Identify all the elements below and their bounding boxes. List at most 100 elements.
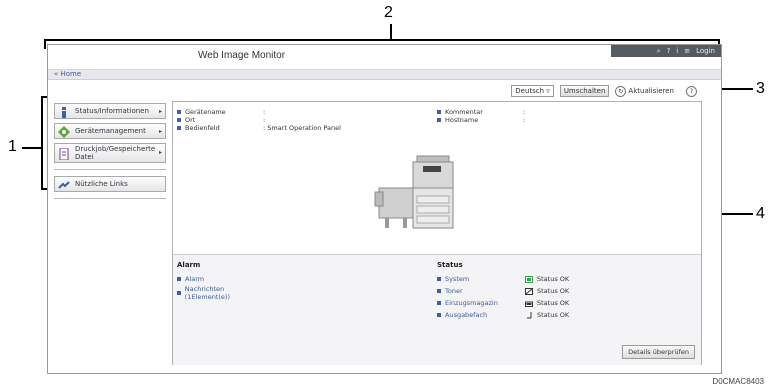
device-label: Hostname xyxy=(445,116,479,124)
search-icon[interactable]: ⌕ xyxy=(657,47,661,56)
language-select[interactable]: Deutsch ▿ xyxy=(511,85,554,97)
bullet-icon xyxy=(437,301,441,305)
system-ok-icon xyxy=(525,275,533,283)
device-value: : xyxy=(263,108,266,116)
output-tray-icon xyxy=(527,311,532,318)
bullet-icon xyxy=(177,110,181,114)
device-row: Kommentar : xyxy=(437,108,525,116)
device-value: : xyxy=(523,116,526,124)
window-title: Web Image Monitor xyxy=(198,50,286,61)
sidebar-item-label: Gerätemanagement xyxy=(75,127,146,135)
login-link[interactable]: Login xyxy=(696,47,715,55)
device-value: : Smart Operation Panel xyxy=(263,124,341,132)
page-toolbar: Deutsch ▿ Umschalten ↻ Aktualisieren ? xyxy=(511,85,697,97)
status-title: Status xyxy=(437,261,463,269)
status-value: Status OK xyxy=(537,311,570,319)
callout-2: 2 xyxy=(384,4,393,21)
messages-link[interactable]: Nachrichten (1Element(e)) xyxy=(185,285,267,301)
sidebar-item-label: Nützliche Links xyxy=(75,180,128,188)
refresh-button[interactable]: ↻ Aktualisieren xyxy=(615,85,674,97)
status-label[interactable]: Toner xyxy=(445,287,525,295)
details-button[interactable]: Details überprüfen xyxy=(622,345,695,359)
status-value: Status OK xyxy=(537,287,570,295)
figure-code: D0CMAC8403 xyxy=(712,377,764,386)
document-icon xyxy=(59,148,69,160)
home-label: Home xyxy=(60,70,82,78)
callout-2-stem xyxy=(390,24,392,40)
callout-3: 3 xyxy=(756,80,765,97)
alarm-status-section: Alarm Alarm Nachrichten (1Element(e)) St… xyxy=(173,254,701,365)
sidebar-item-device-management[interactable]: Gerätemanagement ▸ xyxy=(54,123,166,139)
chevron-right-icon: ▸ xyxy=(158,149,162,156)
device-row: Ort : xyxy=(177,116,265,124)
status-label[interactable]: Ausgabefach xyxy=(445,311,525,319)
status-label[interactable]: System xyxy=(445,275,525,283)
status-row-system: System Status OK xyxy=(437,275,569,283)
breadcrumb: « Home xyxy=(48,70,721,80)
device-label: Ort xyxy=(185,116,196,124)
bullet-icon xyxy=(437,277,441,281)
device-value: : xyxy=(263,116,266,124)
bullet-icon xyxy=(437,110,441,114)
callout-1: 1 xyxy=(8,138,17,155)
language-value: Deutsch xyxy=(515,87,545,95)
device-label: Gerätename xyxy=(185,108,226,116)
sidebar-item-status[interactable]: Status/Informationen ▸ xyxy=(54,103,166,119)
status-row-toner: Toner Status OK xyxy=(437,287,569,295)
status-value: Status OK xyxy=(537,275,570,283)
sidebar: Status/Informationen ▸ Gerätemanagement … xyxy=(54,103,166,205)
bullet-icon xyxy=(437,289,441,293)
device-label: Bedienfeld xyxy=(185,124,220,132)
bullet-icon xyxy=(177,291,181,295)
bullet-icon xyxy=(177,277,181,281)
alarm-item[interactable]: Alarm xyxy=(177,275,204,283)
device-value: : xyxy=(523,108,526,116)
alarm-link[interactable]: Alarm xyxy=(185,275,204,283)
list-icon[interactable]: ≡ xyxy=(684,47,690,55)
tray-icon xyxy=(525,301,533,307)
bullet-icon xyxy=(177,118,181,122)
status-row-tray: Einzugsmagazin Status OK xyxy=(437,299,569,307)
sidebar-item-print-job[interactable]: Druckjob/Gespeicherte Datei ▸ xyxy=(54,143,166,163)
sidebar-item-label: Status/Informationen xyxy=(75,107,149,115)
diamond-gear-icon xyxy=(58,126,70,138)
link-arrow-icon xyxy=(58,181,70,189)
bullet-icon xyxy=(437,118,441,122)
sidebar-item-label: Druckjob/Gespeicherte Datei xyxy=(75,145,156,161)
alarm-item[interactable]: Nachrichten (1Element(e)) xyxy=(177,285,267,301)
printer-image xyxy=(374,155,454,229)
help-icon[interactable]: ? xyxy=(667,47,671,55)
sidebar-divider xyxy=(54,198,166,199)
device-row: Hostname : xyxy=(437,116,525,124)
device-row: Bedienfeld : Smart Operation Panel xyxy=(177,124,341,132)
refresh-label: Aktualisieren xyxy=(628,87,674,95)
refresh-icon: ↻ xyxy=(615,85,627,97)
info-icon[interactable]: i xyxy=(676,47,678,55)
header: Web Image Monitor ⌕ ? i ≡ Login xyxy=(48,45,721,70)
help-button[interactable]: ? xyxy=(686,85,697,97)
callout-4: 4 xyxy=(756,205,765,222)
main-panel: Gerätename : Ort : Bedienfeld : Smart Op… xyxy=(172,101,702,365)
status-label[interactable]: Einzugsmagazin xyxy=(445,299,525,307)
sidebar-item-useful-links[interactable]: Nützliche Links xyxy=(54,176,166,192)
chevron-right-icon: ▸ xyxy=(158,127,162,135)
home-link[interactable]: « Home xyxy=(54,70,81,78)
status-row-output: Ausgabefach Status OK xyxy=(437,311,569,319)
callout-1-stem xyxy=(22,147,42,149)
callout-1-bracket xyxy=(41,96,43,190)
bullet-icon xyxy=(177,126,181,130)
info-icon xyxy=(62,107,66,118)
sidebar-divider xyxy=(54,169,166,170)
callout-2-left-tick xyxy=(44,39,46,49)
web-image-monitor-window: Web Image Monitor ⌕ ? i ≡ Login « Home D… xyxy=(47,44,722,374)
alarm-title: Alarm xyxy=(177,261,201,269)
callout-2-bracket-top xyxy=(44,39,720,41)
top-toolbar: ⌕ ? i ≡ Login xyxy=(611,45,721,57)
device-row: Gerätename : xyxy=(177,108,265,116)
device-label: Kommentar xyxy=(445,108,483,116)
bullet-icon xyxy=(437,313,441,317)
toner-icon xyxy=(525,287,533,295)
status-value: Status OK xyxy=(537,299,570,307)
switch-button[interactable]: Umschalten xyxy=(559,85,610,97)
chevron-right-icon: ▸ xyxy=(158,107,162,115)
